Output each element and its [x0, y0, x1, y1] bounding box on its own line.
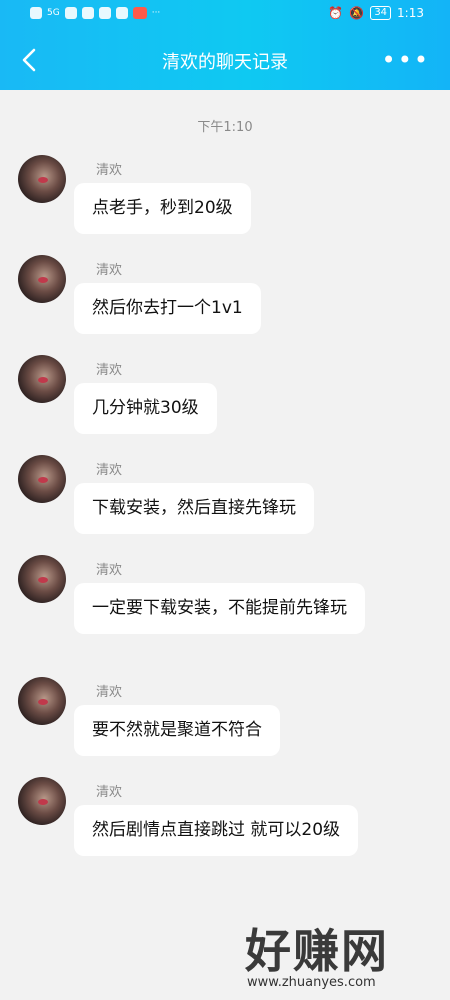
qq-icon [98, 7, 111, 19]
avatar[interactable] [18, 455, 66, 503]
message-bubble[interactable]: 一定要下载安装，不能提前先锋玩 [74, 583, 365, 634]
network-indicator: 5G [47, 8, 60, 18]
nav-bar: 清欢的聊天记录 ••• [0, 30, 450, 90]
status-icons-right: ⏰ 🔕 34 1:13 [328, 6, 424, 20]
sender-name: 清欢 [96, 685, 123, 700]
message-bubble[interactable]: 然后你去打一个1v1 [74, 283, 261, 334]
status-bar: 5G ··· ⏰ 🔕 34 1:13 [0, 0, 450, 30]
message-bubble[interactable]: 然后剧情点直接跳过 就可以20级 [74, 805, 359, 856]
alarm-icon: ⏰ [328, 6, 344, 20]
sender-name: 清欢 [96, 263, 123, 278]
chat-timestamp: 下午1:10 [197, 120, 253, 135]
message-bubble[interactable]: 下载安装，然后直接先锋玩 [74, 483, 314, 534]
sender-name: 清欢 [96, 163, 123, 178]
watermark-logo: 好赚网 [245, 924, 389, 978]
battery-indicator: 34 [370, 6, 392, 20]
sender-name: 清欢 [96, 463, 123, 478]
mute-icon: 🔕 [349, 6, 365, 20]
notification-icon [132, 7, 147, 19]
avatar[interactable] [18, 255, 66, 303]
watermark: 好赚网 www.zhuanyes.com [245, 915, 445, 990]
avatar[interactable] [18, 355, 66, 403]
more-notifications-icon: ··· [151, 8, 161, 18]
app-icon [115, 7, 128, 19]
message-bubble[interactable]: 要不然就是聚道不符合 [74, 705, 280, 756]
avatar[interactable] [18, 555, 66, 603]
sender-name: 清欢 [96, 785, 123, 800]
avatar[interactable] [18, 677, 66, 725]
sender-name: 清欢 [96, 563, 123, 578]
status-icons-left: 5G ··· [30, 7, 160, 19]
watermark-url: www.zhuanyes.com [247, 975, 376, 990]
avatar[interactable] [18, 777, 66, 825]
hd-icon [30, 7, 42, 19]
message-bubble[interactable]: 点老手，秒到20级 [74, 183, 251, 234]
wechat-icon [81, 7, 94, 19]
app-header: 5G ··· ⏰ 🔕 34 1:13 清欢的聊天记录 ••• [0, 0, 450, 90]
status-time: 1:13 [397, 6, 424, 20]
message-bubble[interactable]: 几分钟就30级 [74, 383, 217, 434]
avatar[interactable] [18, 155, 66, 203]
wifi-icon [64, 7, 77, 19]
more-icon[interactable]: ••• [382, 48, 430, 72]
sender-name: 清欢 [96, 363, 123, 378]
